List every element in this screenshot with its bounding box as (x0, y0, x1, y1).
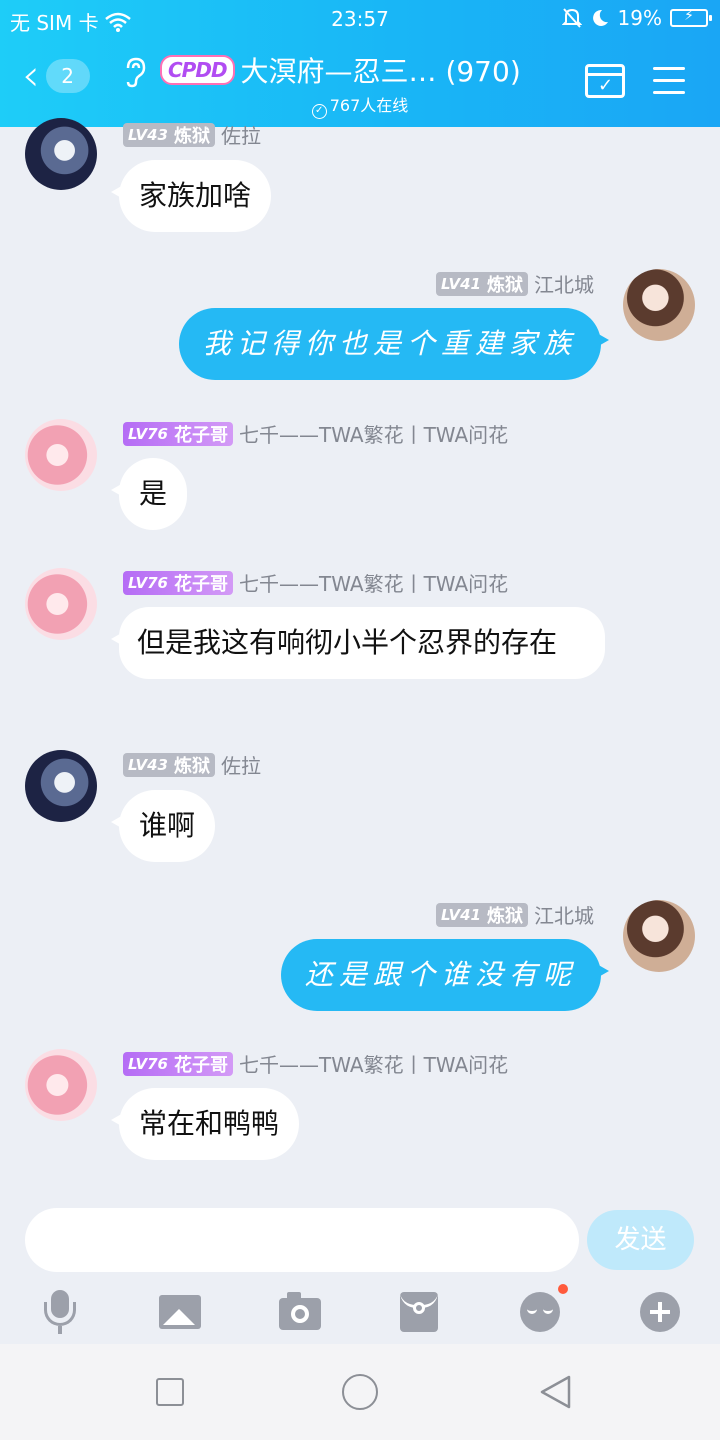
red-packet-icon[interactable] (398, 1290, 442, 1334)
message-input[interactable] (25, 1208, 579, 1272)
message-bubble[interactable]: 常在和鸭鸭 (110, 1088, 300, 1160)
message-bubble[interactable]: 还是跟个谁没有呢 (280, 939, 610, 1011)
level-badge: LV41 炼狱 (436, 902, 528, 927)
message-bubble[interactable]: 但是我这有响彻小半个忍界的存在 (111, 607, 605, 679)
message-meta: LV43 炼狱 佐拉 (123, 750, 261, 779)
image-icon[interactable] (159, 1290, 203, 1334)
home-icon[interactable] (342, 1374, 378, 1410)
avatar[interactable] (25, 419, 97, 491)
check-circle-icon: ✓ (311, 104, 327, 119)
back-button[interactable]: ‹ 2 (22, 50, 90, 101)
unread-count-badge: 2 (45, 59, 90, 93)
message-meta: LV76 花子哥 七千——TWA繁花丨TWA问花 (123, 568, 508, 597)
system-nav-bar (0, 1344, 720, 1440)
menu-button[interactable] (653, 67, 685, 95)
message-meta: LV76 花子哥 七千——TWA繁花丨TWA问花 (123, 1049, 508, 1078)
calendar-checkin-button[interactable]: ✓ (585, 64, 625, 98)
camera-icon[interactable] (279, 1290, 323, 1334)
battery-percent: 19% (617, 6, 662, 30)
sender-name[interactable]: 佐拉 (221, 120, 261, 149)
message-bubble[interactable]: 家族加啥 (110, 160, 272, 232)
avatar[interactable] (25, 750, 97, 822)
message-meta: LV41 炼狱 江北城 (436, 900, 594, 929)
level-badge: LV41 炼狱 (436, 271, 528, 296)
status-bar: 无 SIM 卡 23:57 19% ⚡ (0, 0, 720, 38)
sender-name[interactable]: 佐拉 (221, 750, 261, 779)
message-bubble[interactable]: 谁啊 (110, 790, 216, 862)
avatar[interactable] (25, 1049, 97, 1121)
sender-name[interactable]: 江北城 (534, 900, 594, 929)
level-badge: LV76 花子哥 (123, 1051, 233, 1076)
avatar[interactable] (623, 900, 695, 972)
message-bubble[interactable]: 是 (110, 458, 188, 530)
mic-icon[interactable] (38, 1290, 82, 1334)
back-triangle-icon[interactable] (538, 1374, 572, 1410)
level-badge: LV76 花子哥 (123, 570, 233, 595)
message-meta: LV76 花子哥 七千——TWA繁花丨TWA问花 (123, 419, 508, 448)
send-button[interactable]: 发送 (587, 1210, 694, 1270)
recent-apps-icon[interactable] (156, 1378, 184, 1406)
sender-name[interactable]: 江北城 (534, 269, 594, 298)
avatar[interactable] (623, 269, 695, 341)
moon-icon (592, 9, 608, 26)
chat-navbar: ‹ 2 CPDD 大溟府—忍三… (970) ✓ 767人在线 ✓ (0, 40, 720, 127)
mute-bell-icon (561, 8, 582, 28)
app-header: 无 SIM 卡 23:57 19% ⚡ ‹ 2 CPDD 大溟府—忍三… (97… (0, 0, 720, 127)
sender-name[interactable]: 七千——TWA繁花丨TWA问花 (239, 1049, 508, 1078)
sender-name[interactable]: 七千——TWA繁花丨TWA问花 (239, 568, 508, 597)
group-tag-badge: CPDD (160, 55, 235, 85)
message-meta: LV41 炼狱 江北城 (436, 269, 594, 298)
level-badge: LV76 花子哥 (123, 421, 233, 446)
notification-dot (558, 1284, 568, 1294)
level-badge: LV43 炼狱 (123, 752, 215, 777)
input-toolbar (0, 1282, 720, 1342)
plus-icon[interactable] (638, 1290, 682, 1334)
battery-icon: ⚡ (670, 8, 712, 27)
emoji-icon[interactable] (518, 1284, 568, 1334)
message-meta: LV43 炼狱 佐拉 (123, 120, 261, 149)
check-icon: ✓ (598, 75, 614, 96)
ear-icon[interactable] (122, 56, 148, 88)
avatar[interactable] (25, 118, 97, 190)
group-title[interactable]: 大溟府—忍三… (970) (241, 50, 521, 90)
avatar[interactable] (25, 568, 97, 640)
level-badge: LV43 炼狱 (123, 122, 215, 147)
sender-name[interactable]: 七千——TWA繁花丨TWA问花 (239, 419, 508, 448)
online-label: 767人在线 (329, 96, 409, 115)
message-bubble[interactable]: 我记得你也是个重建家族 (178, 308, 610, 380)
chevron-left-icon: ‹ (22, 50, 40, 101)
